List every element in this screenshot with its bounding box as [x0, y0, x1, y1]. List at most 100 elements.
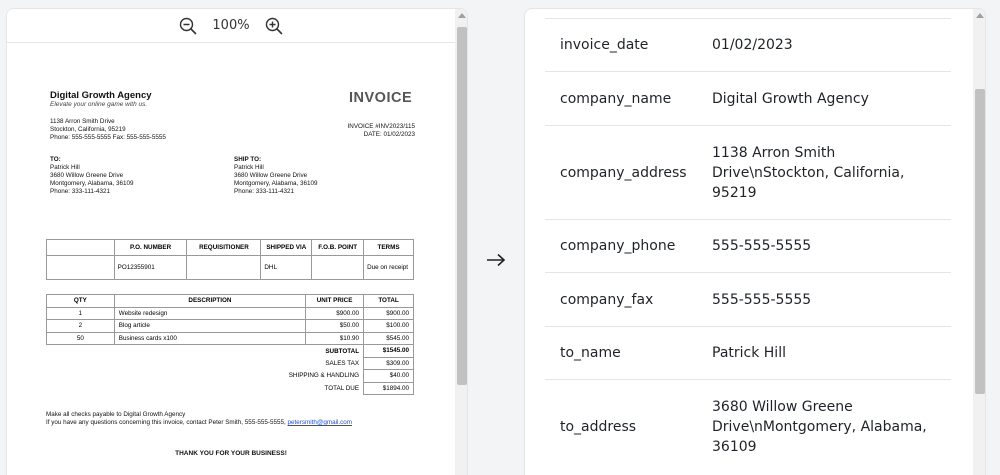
to-address-line: 3680 Willow Greene Drive: [50, 172, 124, 179]
payable-note: Make all checks payable to Digital Growt…: [46, 411, 186, 418]
fields-list: invoice_date 01/02/2023 company_name Dig…: [545, 18, 951, 474]
po-header: SHIPPED VIA: [260, 239, 313, 256]
field-value: 01/02/2023: [712, 37, 793, 53]
zoom-in-button[interactable]: [264, 16, 284, 36]
po-header: REQUISITIONER: [186, 239, 262, 256]
po-cell: [46, 255, 115, 280]
field-key: to_name: [560, 345, 621, 361]
field-key: invoice_date: [560, 37, 649, 53]
scrollbar-thumb[interactable]: [457, 27, 467, 385]
ship-label: SHIP TO:: [234, 156, 262, 163]
list-item: company_phone 555-555-5555: [545, 219, 951, 272]
item-desc: Blog article: [113, 319, 307, 333]
invoice-document: Digital Growth Agency Elevate your onlin…: [7, 44, 455, 475]
ship-address-line: Montgomery, Alabama, 36109: [234, 180, 318, 187]
invoice-footer: Make all checks payable to Digital Growt…: [46, 411, 352, 427]
zoom-out-button[interactable]: [178, 16, 198, 36]
table-row: 50 Business cards x100 $10.90 $545.00: [46, 331, 414, 345]
total-value: $1894.00: [363, 381, 414, 395]
contact-email-link[interactable]: petersmith@gmail.com: [288, 419, 352, 426]
ship-phone: Phone: 333-111-4321: [234, 188, 294, 195]
list-item: to_address 3680 Willow Greene Drive\nMon…: [545, 379, 951, 474]
scroll-up-arrow-icon[interactable]: [976, 13, 984, 18]
shipping-label: SHIPPING & HANDLING: [288, 372, 360, 380]
item-total: $900.00: [363, 306, 414, 320]
table-row: 2 Blog article $50.00 $100.00: [46, 319, 414, 333]
subtotal-label: SUBTOTAL: [325, 347, 360, 355]
list-item: company_name Digital Growth Agency: [545, 71, 951, 125]
invoice-company-name: Digital Growth Agency: [50, 90, 152, 101]
contact-note: If you have any questions concerning thi…: [46, 419, 352, 427]
ship-name: Patrick Hill: [234, 164, 264, 171]
tax-label: SALES TAX: [325, 359, 360, 367]
items-header: UNIT PRICE: [305, 294, 365, 308]
tax-value: $309.00: [363, 356, 414, 370]
po-cell: DHL: [260, 255, 313, 280]
invoice-date: DATE: 01/02/2023: [363, 131, 415, 138]
zoom-in-icon: [265, 17, 282, 34]
fields-scrollbar[interactable]: [973, 9, 985, 475]
ship-to-block: SHIP TO: Patrick Hill 3680 Willow Greene…: [234, 156, 318, 196]
po-table: P.O. NUMBER REQUISITIONER SHIPPED VIA F.…: [46, 239, 414, 280]
line-items-table: QTY DESCRIPTION UNIT PRICE TOTAL 1 Websi…: [46, 294, 414, 395]
item-unit: $900.00: [305, 306, 365, 320]
po-header: F.O.B. POINT: [311, 239, 365, 256]
po-cell: Due on receipt: [363, 255, 414, 280]
phone-fax-line: Phone: 555-555-5555 Fax: 555-555-5555: [50, 134, 166, 141]
items-header: QTY: [46, 294, 115, 308]
po-cell: PO12355901: [113, 255, 188, 280]
field-value: 555-555-5555: [712, 291, 812, 308]
tax-row: SALES TAX $309.00: [47, 356, 414, 370]
list-item: to_name Patrick Hill: [545, 326, 951, 379]
invoice-meta: INVOICE #INV2023/115 DATE: 01/02/2023: [348, 123, 415, 139]
item-total: $545.00: [363, 331, 414, 345]
to-address-line: Montgomery, Alabama, 36109: [50, 180, 134, 187]
field-key: company_fax: [560, 291, 654, 308]
invoice-preview-panel: 100% Digital Growth Agency Elevate your …: [6, 8, 468, 475]
item-total: $100.00: [363, 319, 414, 333]
total-label: TOTAL DUE: [324, 384, 360, 392]
field-value: Patrick Hill: [712, 345, 786, 361]
item-qty: 50: [46, 331, 115, 345]
preview-scrollbar[interactable]: [455, 9, 467, 475]
zoom-toolbar: 100%: [7, 9, 455, 43]
to-name: Patrick Hill: [50, 164, 80, 171]
po-header: [46, 239, 115, 256]
right-arrow-icon: [484, 248, 508, 272]
address-line: 1138 Arron Smith Drive: [50, 118, 115, 125]
invoice-number: INVOICE #INV2023/115: [347, 123, 415, 130]
field-value: 555-555-5555: [712, 238, 812, 254]
field-value: 3680 Willow Greene Drive\nMontgomery, Al…: [712, 399, 927, 455]
thank-you-note: THANK YOU FOR YOUR BUSINESS!: [175, 450, 287, 457]
zoom-level: 100%: [212, 18, 250, 33]
list-item: company_address 1138 Arron Smith Drive\n…: [545, 125, 951, 219]
item-unit: $10.90: [305, 331, 365, 345]
field-key: company_address: [560, 164, 687, 181]
shipping-value: $40.00: [363, 369, 414, 383]
items-header: TOTAL: [363, 294, 414, 308]
total-row: TOTAL DUE $1894.00: [47, 381, 414, 395]
po-cell: [186, 255, 262, 280]
to-phone: Phone: 333-111-4321: [50, 188, 110, 195]
ship-address-line: 3680 Willow Greene Drive: [234, 172, 308, 179]
field-value: Digital Growth Agency: [712, 90, 869, 107]
po-cell: [311, 255, 365, 280]
bill-to-block: TO: Patrick Hill 3680 Willow Greene Driv…: [50, 156, 134, 196]
field-key: company_name: [560, 90, 672, 107]
to-label: TO:: [50, 156, 61, 163]
list-item: company_fax 555-555-5555: [545, 272, 951, 326]
invoice-company-address: 1138 Arron Smith Drive Stockton, Califor…: [50, 118, 166, 142]
item-desc: Website redesign: [113, 306, 307, 320]
list-item: invoice_date 01/02/2023: [545, 18, 951, 71]
invoice-title: INVOICE: [349, 90, 413, 106]
field-value: 1138 Arron Smith Drive\nStockton, Califo…: [712, 144, 905, 201]
field-key: to_address: [560, 419, 637, 435]
item-qty: 2: [46, 319, 115, 333]
po-header: TERMS: [363, 239, 414, 256]
subtotal-row: SUBTOTAL $1545.00: [47, 344, 414, 358]
field-key: company_phone: [560, 238, 676, 254]
items-header: DESCRIPTION: [113, 294, 307, 308]
contact-text: If you have any questions concerning thi…: [46, 419, 286, 426]
scrollbar-thumb[interactable]: [975, 89, 985, 394]
scroll-up-arrow-icon[interactable]: [458, 13, 466, 18]
